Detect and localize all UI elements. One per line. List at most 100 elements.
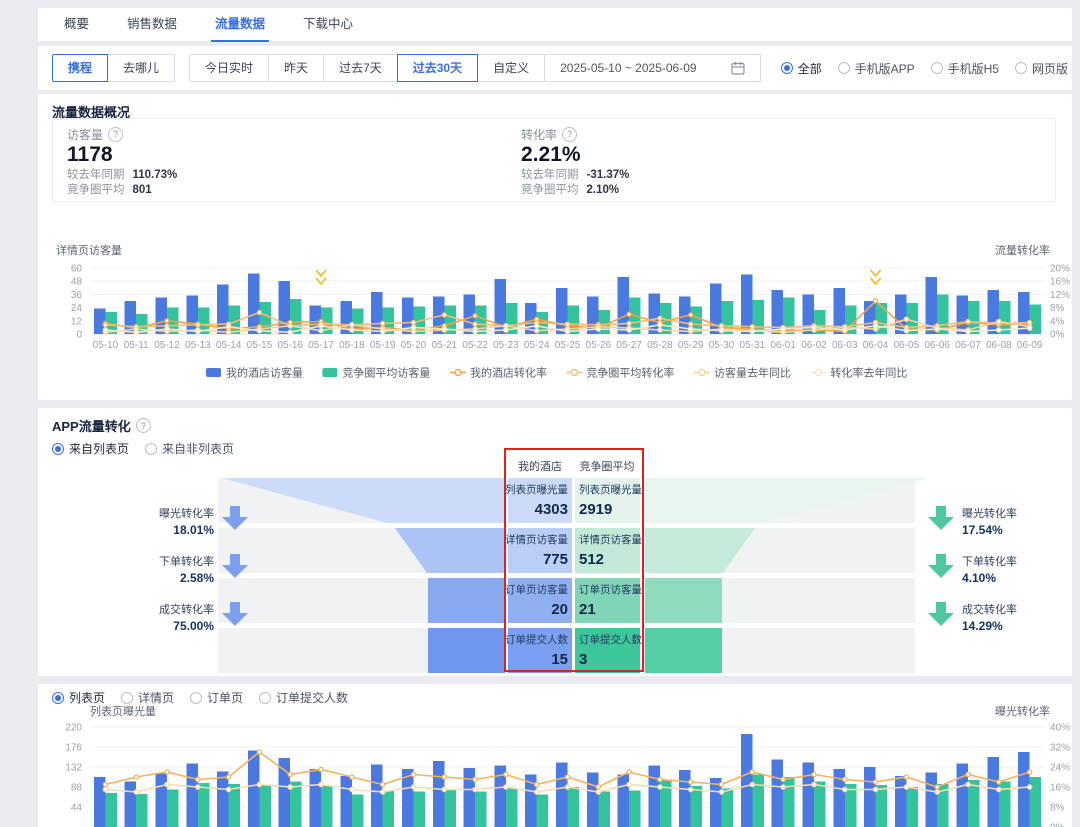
point-icon[interactable] [719, 329, 723, 333]
platform-radio-3[interactable]: 手机版H5 [931, 60, 999, 77]
bar-blue-bar[interactable] [864, 767, 876, 827]
point-icon[interactable] [627, 321, 631, 325]
point-icon[interactable] [565, 329, 569, 333]
point-icon[interactable] [874, 299, 878, 303]
bar-blue-bar[interactable] [772, 760, 784, 827]
bar-green-bar[interactable] [383, 791, 395, 827]
platform-radio-1[interactable]: 全部 [781, 60, 822, 77]
point-icon[interactable] [411, 785, 415, 789]
source-radio-2[interactable]: 来自非列表页 [145, 440, 234, 457]
point-icon[interactable] [165, 319, 169, 323]
point-icon[interactable] [134, 775, 138, 779]
bar-blue-bar[interactable] [433, 761, 445, 827]
point-icon[interactable] [997, 319, 1001, 323]
point-icon[interactable] [473, 322, 477, 326]
point-icon[interactable] [288, 330, 292, 334]
point-icon[interactable] [843, 777, 847, 781]
visitors-trend-chart[interactable]: 012243648600%4%8%12%16%20%详情页访客量流量转化率05-… [38, 242, 1072, 400]
point-icon[interactable] [196, 323, 200, 327]
point-icon[interactable] [504, 772, 508, 776]
point-icon[interactable] [658, 777, 662, 781]
point-icon[interactable] [411, 320, 415, 324]
point-icon[interactable] [350, 323, 354, 327]
point-icon[interactable] [627, 770, 631, 774]
period-button-5[interactable]: 自定义 [477, 54, 545, 82]
point-icon[interactable] [442, 775, 446, 779]
point-icon[interactable] [750, 782, 754, 786]
point-icon[interactable] [719, 782, 723, 786]
legend-item[interactable]: 我的酒店转化率 [450, 366, 547, 380]
point-icon[interactable] [904, 329, 908, 333]
point-icon[interactable] [627, 328, 631, 332]
point-icon[interactable] [966, 782, 970, 786]
point-icon[interactable] [227, 325, 231, 329]
bar-blue-bar[interactable] [895, 776, 907, 827]
tab-2[interactable]: 销售数据 [127, 8, 177, 42]
bar-我的酒店访客量[interactable] [987, 290, 999, 334]
point-icon[interactable] [596, 785, 600, 789]
point-icon[interactable] [689, 327, 693, 331]
bar-green-bar[interactable] [1030, 777, 1042, 827]
point-icon[interactable] [288, 785, 292, 789]
point-icon[interactable] [381, 321, 385, 325]
point-icon[interactable] [781, 327, 785, 331]
point-icon[interactable] [442, 787, 446, 791]
bar-green-bar[interactable] [568, 787, 580, 827]
point-icon[interactable] [103, 328, 107, 332]
help-icon[interactable] [108, 127, 123, 142]
point-icon[interactable] [812, 782, 816, 786]
point-icon[interactable] [473, 787, 477, 791]
bar-green-bar[interactable] [722, 788, 734, 827]
point-icon[interactable] [473, 314, 477, 318]
point-icon[interactable] [381, 790, 385, 794]
point-icon[interactable] [288, 772, 292, 776]
bar-blue-bar[interactable] [310, 769, 322, 827]
bar-green-bar[interactable] [198, 783, 210, 827]
tab-1[interactable]: 概要 [64, 8, 89, 42]
source-radio-1[interactable]: 来自列表页 [52, 440, 129, 457]
exposure-trend-chart[interactable]: 44881321762200%8%16%24%32%40%列表页曝光量曝光转化率 [38, 704, 1072, 827]
bar-green-bar[interactable] [352, 794, 364, 827]
point-icon[interactable] [1028, 326, 1032, 330]
point-icon[interactable] [535, 324, 539, 328]
point-icon[interactable] [103, 787, 107, 791]
bar-green-bar[interactable] [414, 792, 426, 827]
yellow-marker-icon[interactable] [316, 270, 326, 284]
point-icon[interactable] [288, 324, 292, 328]
bar-blue-bar[interactable] [679, 770, 691, 827]
point-icon[interactable] [596, 327, 600, 331]
yellow-marker-icon[interactable] [871, 270, 881, 284]
bar-blue-bar[interactable] [648, 766, 660, 827]
point-icon[interactable] [935, 790, 939, 794]
bar-green-bar[interactable] [598, 792, 610, 827]
bar-green-bar[interactable] [136, 794, 148, 827]
point-icon[interactable] [381, 329, 385, 333]
bar-green-bar[interactable] [475, 792, 487, 827]
point-icon[interactable] [473, 329, 477, 333]
bar-green-bar[interactable] [906, 787, 918, 827]
point-icon[interactable] [689, 780, 693, 784]
point-icon[interactable] [196, 777, 200, 781]
bar-blue-bar[interactable] [1018, 752, 1030, 827]
period-button-2[interactable]: 昨天 [268, 54, 324, 82]
point-icon[interactable] [319, 767, 323, 771]
bar-blue-bar[interactable] [587, 773, 599, 827]
point-icon[interactable] [812, 772, 816, 776]
bar-green-bar[interactable] [506, 788, 518, 827]
bar-green-bar[interactable] [629, 791, 641, 827]
point-icon[interactable] [196, 329, 200, 333]
period-button-4[interactable]: 过去30天 [397, 54, 478, 82]
point-icon[interactable] [596, 790, 600, 794]
point-icon[interactable] [227, 330, 231, 334]
point-icon[interactable] [658, 316, 662, 320]
point-icon[interactable] [750, 329, 754, 333]
point-icon[interactable] [165, 782, 169, 786]
point-icon[interactable] [627, 782, 631, 786]
point-icon[interactable] [535, 790, 539, 794]
point-icon[interactable] [1028, 785, 1032, 789]
legend-item[interactable]: 竞争圈平均转化率 [566, 366, 674, 380]
point-icon[interactable] [904, 785, 908, 789]
legend-item[interactable]: 转化率去年同比 [810, 366, 907, 380]
point-icon[interactable] [165, 327, 169, 331]
channel-button-1[interactable]: 携程 [52, 54, 108, 82]
